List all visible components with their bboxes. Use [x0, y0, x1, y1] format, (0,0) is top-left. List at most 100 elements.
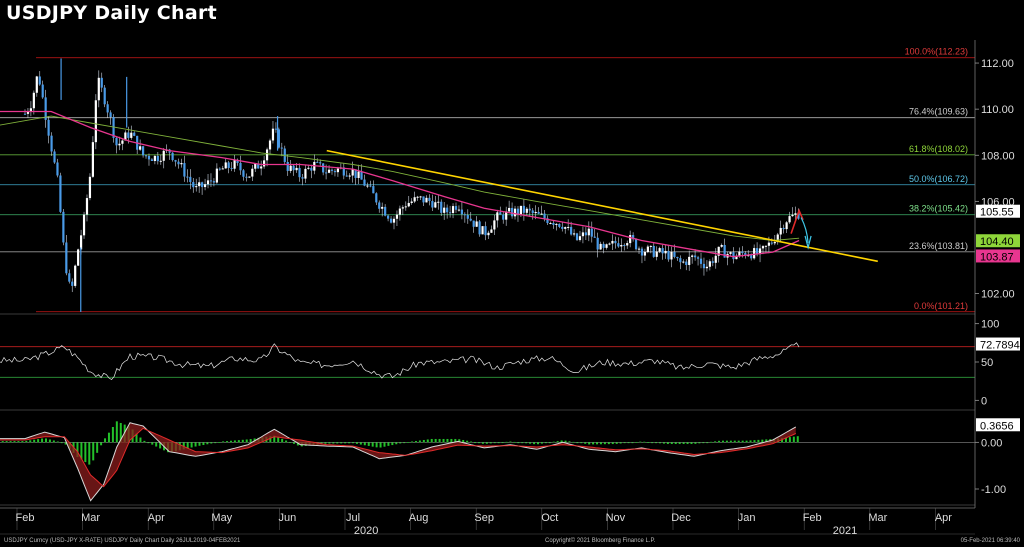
candle-body [629, 235, 632, 244]
candle-body [472, 220, 475, 227]
candle-body [587, 228, 590, 236]
macd-hist-bar [214, 442, 217, 444]
macd-hist-bar [627, 442, 630, 444]
macd-hist-bar [733, 440, 736, 443]
candle-body [395, 214, 399, 219]
footer: USDJPY Curncy (USD-JPY X-RATE) USDJPY Da… [0, 538, 1024, 547]
macd-hist-bar [749, 440, 752, 443]
price-y-tick-label: 112.00 [981, 58, 1014, 70]
candle-body [88, 176, 92, 199]
candle-body [109, 112, 112, 118]
footer-copyright: Copyright© 2021 Bloomberg Finance L.P. [545, 538, 656, 544]
macd-hist-bar [659, 442, 662, 444]
macd-hist-bar [702, 442, 705, 444]
macd-hist-bar [493, 442, 496, 444]
macd-hist-bar [352, 442, 354, 444]
candle-body [540, 213, 543, 215]
macd-hist-bar [60, 442, 63, 444]
candle-body [649, 245, 652, 247]
macd-hist-bar [379, 442, 382, 448]
candle-body [673, 251, 676, 257]
macd-hist-bar [588, 442, 591, 445]
x-tick-label: Jan [738, 512, 756, 524]
candle-body [611, 240, 614, 244]
candle-body [384, 206, 387, 216]
macd-hist-bar [690, 442, 693, 445]
candle-body [564, 227, 567, 229]
candle-body [251, 168, 254, 177]
candle-body [679, 258, 682, 263]
macd-hist-bar [52, 440, 55, 443]
candle-body [711, 261, 714, 263]
macd-hist-bar [56, 441, 59, 443]
macd-hist-bar [202, 442, 205, 446]
candle-body [336, 168, 340, 173]
rebound-arrow [790, 208, 804, 234]
candle-body [508, 207, 511, 212]
candle-body [788, 216, 791, 223]
candle-body [478, 221, 481, 235]
macd-hist-bar [359, 442, 362, 445]
x-tick-label: Dec [671, 512, 691, 524]
candle-body [162, 150, 165, 161]
x-tick-label: Jun [279, 512, 297, 524]
macd-hist-bar [115, 421, 118, 443]
candle-body [428, 197, 431, 201]
candle-body [325, 172, 328, 174]
macd-hist-bar [5, 441, 8, 443]
macd-hist-bar [41, 438, 44, 443]
candle-body [224, 162, 227, 169]
rsi-y-tick-label: 50 [981, 357, 993, 369]
candle-body [702, 263, 706, 269]
macd-hist-bar [729, 440, 732, 443]
candle-body [195, 186, 198, 188]
candle-body [460, 209, 463, 215]
macd-hist-bar [17, 441, 20, 443]
macd-hist-bar [340, 442, 343, 444]
candle-body [537, 211, 540, 214]
candle-body [130, 132, 133, 138]
candle-body [363, 179, 366, 186]
moving-averages [0, 110, 800, 258]
candle-body [410, 201, 413, 203]
candles-layer [23, 58, 800, 312]
candle-body [189, 176, 192, 183]
candle-body [242, 170, 245, 177]
candle-body [316, 161, 319, 163]
macd-hist-bar [324, 442, 327, 444]
macd-hist-bar [725, 440, 728, 443]
candle-body [699, 258, 703, 264]
price-y-tick-label: 110.00 [981, 104, 1014, 116]
candle-body [510, 207, 514, 217]
candle-body [463, 214, 466, 216]
macd-hist-bar [363, 442, 366, 446]
macd-hist-bar [336, 442, 339, 444]
candle-body [599, 243, 602, 250]
candle-body [97, 77, 100, 101]
x-tick-label: Sep [474, 512, 494, 524]
candle-body [378, 202, 381, 209]
macd-hist-bar [245, 439, 248, 443]
macd-y-tick-label: 0.00 [981, 437, 1002, 449]
candle-body [502, 214, 505, 220]
macd-hist-bar [505, 441, 508, 443]
candle-body [584, 232, 587, 236]
macd-hist-bar [611, 442, 614, 445]
candle-body [386, 215, 390, 219]
x-tick-label: Feb [803, 512, 822, 524]
chart-svg[interactable]: 100.0%(112.23) 76.4%(109.63) 61.8%(108.02)… [0, 0, 1024, 547]
x-tick-label: Jul [346, 512, 360, 524]
candle-body [159, 160, 162, 162]
candle-body [729, 252, 732, 254]
candle-body [567, 226, 570, 228]
candle-body [688, 256, 691, 265]
macd-hist-bar [391, 442, 394, 446]
candle-body [327, 169, 331, 173]
macd-hist-bar [355, 442, 358, 444]
macd-hist-bar [13, 441, 16, 443]
candle-body [56, 162, 59, 176]
candle-body [50, 135, 53, 152]
candle-body [345, 175, 348, 177]
candle-body [401, 207, 404, 209]
macd-hist-bar [497, 442, 500, 444]
